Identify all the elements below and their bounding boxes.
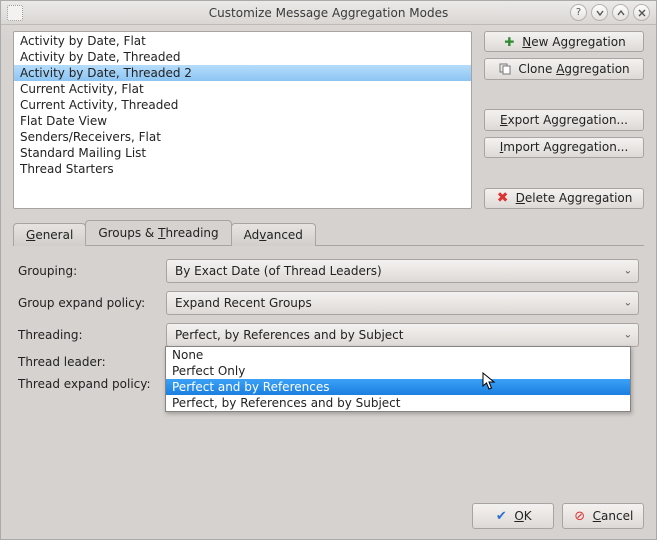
threading-value: Perfect, by References and by Subject bbox=[175, 328, 403, 342]
export-aggregation-button[interactable]: Export Aggregation... bbox=[484, 109, 644, 130]
add-icon: ✚ bbox=[502, 35, 516, 49]
chevron-down-icon: ⌄ bbox=[624, 266, 632, 277]
chevron-down-icon bbox=[596, 9, 604, 17]
chevron-down-icon: ⌄ bbox=[624, 298, 632, 309]
cancel-icon: ⊘ bbox=[573, 509, 587, 523]
list-item[interactable]: Standard Mailing List bbox=[14, 145, 471, 161]
ok-icon: ✔ bbox=[494, 509, 508, 523]
copy-icon bbox=[498, 62, 512, 76]
chevron-up-icon bbox=[617, 9, 625, 17]
grouping-value: By Exact Date (of Thread Leaders) bbox=[175, 264, 382, 278]
dropdown-option[interactable]: None bbox=[166, 347, 630, 363]
delete-icon: ✖ bbox=[496, 191, 510, 205]
help-button[interactable]: ? bbox=[570, 4, 587, 21]
maximize-button[interactable] bbox=[612, 4, 629, 21]
window-title: Customize Message Aggregation Modes bbox=[1, 6, 656, 20]
delete-aggregation-button[interactable]: ✖ Delete Aggregation bbox=[484, 188, 644, 209]
clone-aggregation-button[interactable]: Clone Aggregation bbox=[484, 58, 644, 79]
list-item[interactable]: Activity by Date, Threaded 2 bbox=[14, 65, 471, 81]
tab-bar: General Groups & Threading Advanced bbox=[13, 221, 644, 246]
grouping-combo[interactable]: By Exact Date (of Thread Leaders) ⌄ bbox=[166, 259, 639, 283]
threading-combo[interactable]: Perfect, by References and by Subject ⌄ bbox=[166, 323, 639, 347]
grouping-label: Grouping: bbox=[18, 264, 158, 278]
list-item[interactable]: Thread Starters bbox=[14, 161, 471, 177]
titlebar: Customize Message Aggregation Modes ? bbox=[1, 1, 656, 25]
ok-button[interactable]: ✔ OK bbox=[472, 503, 554, 529]
dropdown-option[interactable]: Perfect and by References bbox=[166, 379, 630, 395]
tab-advanced[interactable]: Advanced bbox=[231, 223, 316, 246]
chevron-down-icon: ⌄ bbox=[624, 330, 632, 341]
dialog-window: Customize Message Aggregation Modes ? Ac… bbox=[0, 0, 657, 540]
close-icon bbox=[638, 9, 646, 17]
tab-groups-threading[interactable]: Groups & Threading bbox=[85, 220, 231, 245]
group-expand-value: Expand Recent Groups bbox=[175, 296, 312, 310]
list-item[interactable]: Current Activity, Flat bbox=[14, 81, 471, 97]
list-item[interactable]: Flat Date View bbox=[14, 113, 471, 129]
dialog-buttons: ✔ OK ⊘ Cancel bbox=[472, 503, 644, 529]
thread-expand-label: Thread expand policy: bbox=[18, 377, 158, 391]
dropdown-option[interactable]: Perfect, by References and by Subject bbox=[166, 395, 630, 411]
list-item[interactable]: Activity by Date, Flat bbox=[14, 33, 471, 49]
dialog-content: Activity by Date, FlatActivity by Date, … bbox=[13, 31, 644, 491]
list-item[interactable]: Senders/Receivers, Flat bbox=[14, 129, 471, 145]
thread-leader-label: Thread leader: bbox=[18, 355, 158, 369]
minimize-button[interactable] bbox=[591, 4, 608, 21]
threading-dropdown[interactable]: NonePerfect OnlyPerfect and by Reference… bbox=[165, 346, 631, 412]
group-expand-label: Group expand policy: bbox=[18, 296, 158, 310]
list-item[interactable]: Activity by Date, Threaded bbox=[14, 49, 471, 65]
threading-label: Threading: bbox=[18, 328, 158, 342]
aggregation-list[interactable]: Activity by Date, FlatActivity by Date, … bbox=[13, 31, 472, 209]
import-aggregation-button[interactable]: Import Aggregation... bbox=[484, 137, 644, 158]
close-button[interactable] bbox=[633, 4, 650, 21]
tab-general[interactable]: General bbox=[13, 223, 86, 246]
app-icon bbox=[7, 5, 23, 21]
cancel-button[interactable]: ⊘ Cancel bbox=[562, 503, 644, 529]
group-expand-combo[interactable]: Expand Recent Groups ⌄ bbox=[166, 291, 639, 315]
dropdown-option[interactable]: Perfect Only bbox=[166, 363, 630, 379]
new-aggregation-button[interactable]: ✚ New Aggregation bbox=[484, 31, 644, 52]
list-item[interactable]: Current Activity, Threaded bbox=[14, 97, 471, 113]
